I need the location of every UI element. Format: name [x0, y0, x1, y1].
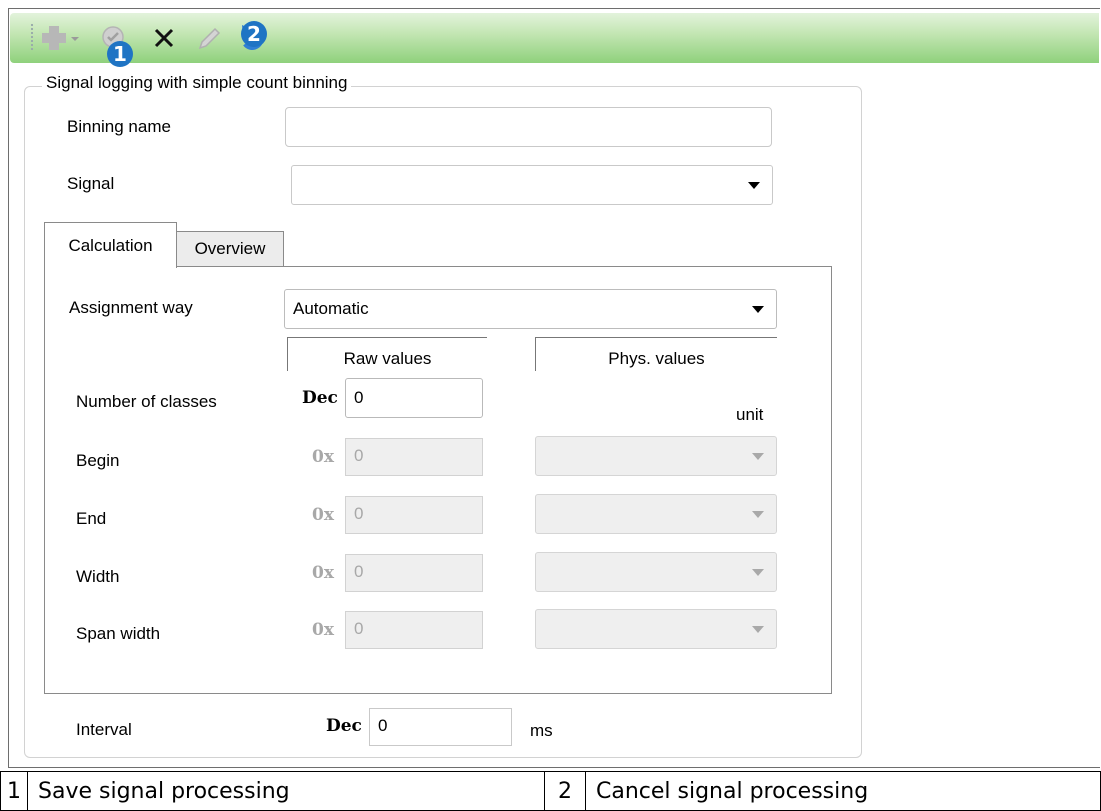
- legend-number-1: 1: [0, 771, 28, 811]
- binning-name-input[interactable]: [285, 107, 772, 147]
- width-label: Width: [76, 567, 120, 586]
- delete-button[interactable]: [150, 24, 178, 52]
- tab-overview[interactable]: Overview: [177, 231, 284, 267]
- hex-prefix: 0x: [312, 505, 334, 525]
- hex-prefix: 0x: [312, 620, 334, 640]
- legend-table: 1 Save signal processing 2 Cancel signal…: [0, 771, 1101, 811]
- interval-input[interactable]: 0: [369, 708, 512, 746]
- hex-prefix: 0x: [312, 563, 334, 583]
- number-of-classes-input[interactable]: 0: [345, 378, 483, 418]
- chevron-down-icon: [752, 511, 764, 518]
- width-unit-select[interactable]: [535, 552, 777, 592]
- assignment-way-label: Assignment way: [69, 298, 193, 317]
- end-raw-input[interactable]: 0: [345, 496, 483, 534]
- callout-badge-2: 2: [241, 21, 267, 47]
- hex-prefix: 0x: [312, 447, 334, 467]
- begin-label: Begin: [76, 451, 120, 470]
- span-width-label: Span width: [76, 624, 161, 643]
- end-unit-select[interactable]: [535, 494, 777, 534]
- add-button[interactable]: [40, 24, 82, 52]
- phys-values-header: Phys. values: [535, 337, 777, 371]
- dec-prefix: Dec: [326, 716, 362, 736]
- chevron-down-icon: [752, 569, 764, 576]
- span-width-unit-select[interactable]: [535, 609, 777, 649]
- width-raw-input[interactable]: 0: [345, 554, 483, 592]
- legend-number-2: 2: [544, 771, 586, 811]
- chevron-down-icon: [752, 626, 764, 633]
- number-of-classes-label: Number of classes: [76, 392, 217, 411]
- delete-icon: [154, 28, 174, 48]
- legend-row: 1 Save signal processing 2 Cancel signal…: [0, 771, 1101, 811]
- edit-button[interactable]: [194, 24, 224, 54]
- end-label: End: [76, 509, 107, 528]
- begin-unit-select[interactable]: [535, 436, 777, 476]
- dec-prefix: Dec: [302, 388, 338, 408]
- interval-unit-label: ms: [530, 721, 553, 740]
- assignment-way-value: Automatic: [293, 299, 369, 318]
- legend-text-1: Save signal processing: [27, 771, 545, 811]
- signal-label: Signal: [67, 174, 115, 193]
- interval-label: Interval: [76, 720, 132, 739]
- chevron-down-icon: [752, 306, 764, 313]
- assignment-way-select[interactable]: Automatic: [284, 289, 777, 329]
- binning-name-label: Binning name: [67, 117, 171, 136]
- tab-calculation[interactable]: Calculation: [44, 222, 177, 268]
- begin-raw-input[interactable]: 0: [345, 438, 483, 476]
- chevron-down-icon: [752, 453, 764, 460]
- chevron-down-icon: [748, 182, 760, 189]
- toolbar-grip: [30, 23, 34, 51]
- raw-values-header: Raw values: [287, 337, 487, 371]
- legend-text-2: Cancel signal processing: [585, 771, 1101, 811]
- callout-badge-1: 1: [107, 41, 133, 67]
- add-icon: [42, 26, 79, 50]
- span-width-raw-input[interactable]: 0: [345, 611, 483, 649]
- signal-select[interactable]: [291, 165, 773, 205]
- unit-label: unit: [736, 405, 764, 424]
- edit-icon: [198, 27, 221, 50]
- groupbox-title: Signal logging with simple count binning: [42, 73, 352, 93]
